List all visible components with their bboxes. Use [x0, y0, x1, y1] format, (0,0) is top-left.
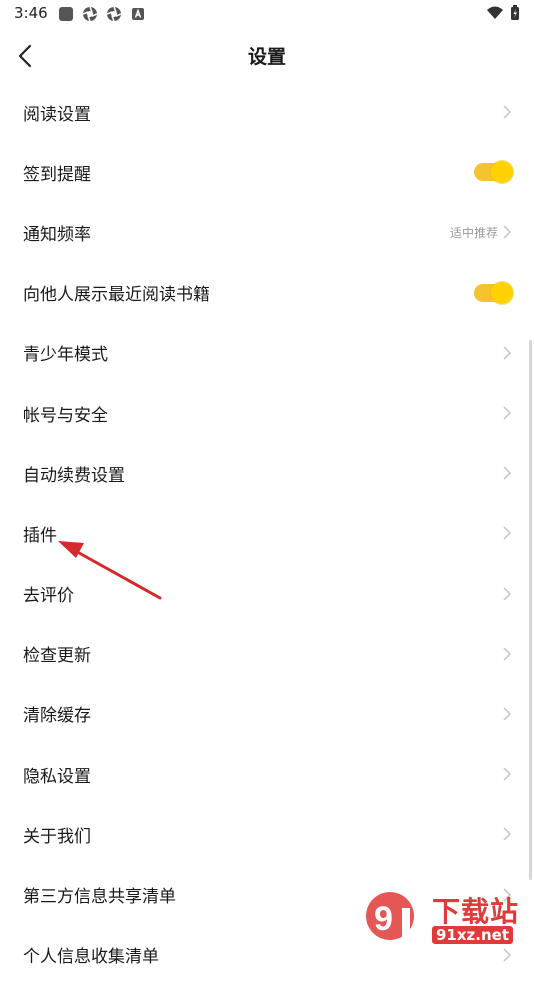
settings-row-label: 帐号与安全 — [23, 405, 108, 426]
wifi-icon — [487, 6, 503, 19]
settings-row-label: 个人信息收集清单 — [23, 947, 159, 968]
chevron-right-icon — [503, 587, 512, 601]
watermark: 9 下载站 91xz.net — [362, 888, 534, 950]
settings-row-label: 关于我们 — [23, 826, 91, 847]
keyboard-a-icon — [132, 8, 144, 20]
status-bar: 3:46 — [0, 0, 534, 28]
settings-row-label: 通知频率 — [23, 224, 91, 245]
settings-row-plugins[interactable]: 插件 — [0, 503, 534, 563]
settings-row-checkin-reminder[interactable]: 签到提醒 — [0, 142, 534, 202]
chevron-right-icon — [503, 225, 512, 239]
settings-row-label: 插件 — [23, 525, 57, 546]
aperture-icon — [82, 6, 98, 22]
status-system-icons — [486, 5, 520, 21]
chevron-right-icon — [503, 707, 512, 721]
chevron-right-icon — [503, 647, 512, 661]
battery-charging-icon — [511, 5, 519, 20]
settings-row-about[interactable]: 关于我们 — [0, 804, 534, 864]
settings-row-notification-frequency[interactable]: 通知频率 适中推荐 — [0, 202, 534, 262]
toggle-knob — [491, 161, 513, 184]
settings-row-label: 隐私设置 — [23, 766, 91, 787]
chevron-right-icon — [503, 406, 512, 420]
status-time: 3:46 — [14, 4, 48, 22]
toggle-knob — [491, 281, 513, 304]
chevron-right-icon — [503, 105, 512, 119]
chevron-right-icon — [503, 526, 512, 540]
settings-row-privacy[interactable]: 隐私设置 — [0, 744, 534, 804]
checkin-reminder-toggle[interactable] — [474, 161, 513, 184]
aperture-icon-2 — [106, 6, 122, 22]
settings-row-auto-renew[interactable]: 自动续费设置 — [0, 443, 534, 503]
settings-row-label: 清除缓存 — [23, 706, 91, 727]
chevron-right-icon — [503, 346, 512, 360]
settings-row-teen-mode[interactable]: 青少年模式 — [0, 323, 534, 383]
notification-frequency-value: 适中推荐 — [449, 225, 498, 240]
page-title: 设置 — [247, 46, 286, 68]
svg-text:9: 9 — [374, 900, 393, 938]
status-notification-icons — [58, 6, 146, 22]
settings-list: 阅读设置 签到提醒 通知频率 适中推荐 向他人展示最近阅读书籍 青少年模式 帐号… — [0, 82, 534, 985]
settings-row-label: 检查更新 — [23, 646, 91, 667]
scrollbar[interactable] — [529, 340, 532, 880]
chevron-right-icon — [503, 767, 512, 781]
settings-row-check-update[interactable]: 检查更新 — [0, 624, 534, 684]
app-header: 设置 — [0, 28, 534, 84]
watermark-name: 下载站 — [432, 895, 520, 928]
settings-row-account-security[interactable]: 帐号与安全 — [0, 383, 534, 443]
app-square-icon — [59, 7, 73, 21]
chevron-right-icon — [503, 466, 512, 480]
settings-row-reading[interactable]: 阅读设置 — [0, 82, 534, 142]
settings-row-label: 阅读设置 — [23, 104, 91, 125]
watermark-logo-icon: 9 — [366, 892, 414, 940]
watermark-url: 91xz.net — [432, 926, 514, 944]
settings-row-label: 签到提醒 — [23, 164, 91, 185]
settings-row-label: 第三方信息共享清单 — [23, 887, 176, 908]
settings-row-show-recent-books[interactable]: 向他人展示最近阅读书籍 — [0, 263, 534, 323]
settings-row-clear-cache[interactable]: 清除缓存 — [0, 684, 534, 744]
settings-row-label: 青少年模式 — [23, 345, 108, 366]
settings-row-label: 自动续费设置 — [23, 465, 125, 486]
settings-row-label: 去评价 — [23, 586, 74, 607]
settings-row-rate[interactable]: 去评价 — [0, 564, 534, 624]
chevron-right-icon — [503, 827, 512, 841]
show-recent-books-toggle[interactable] — [474, 281, 513, 304]
settings-row-label: 向他人展示最近阅读书籍 — [23, 285, 210, 306]
